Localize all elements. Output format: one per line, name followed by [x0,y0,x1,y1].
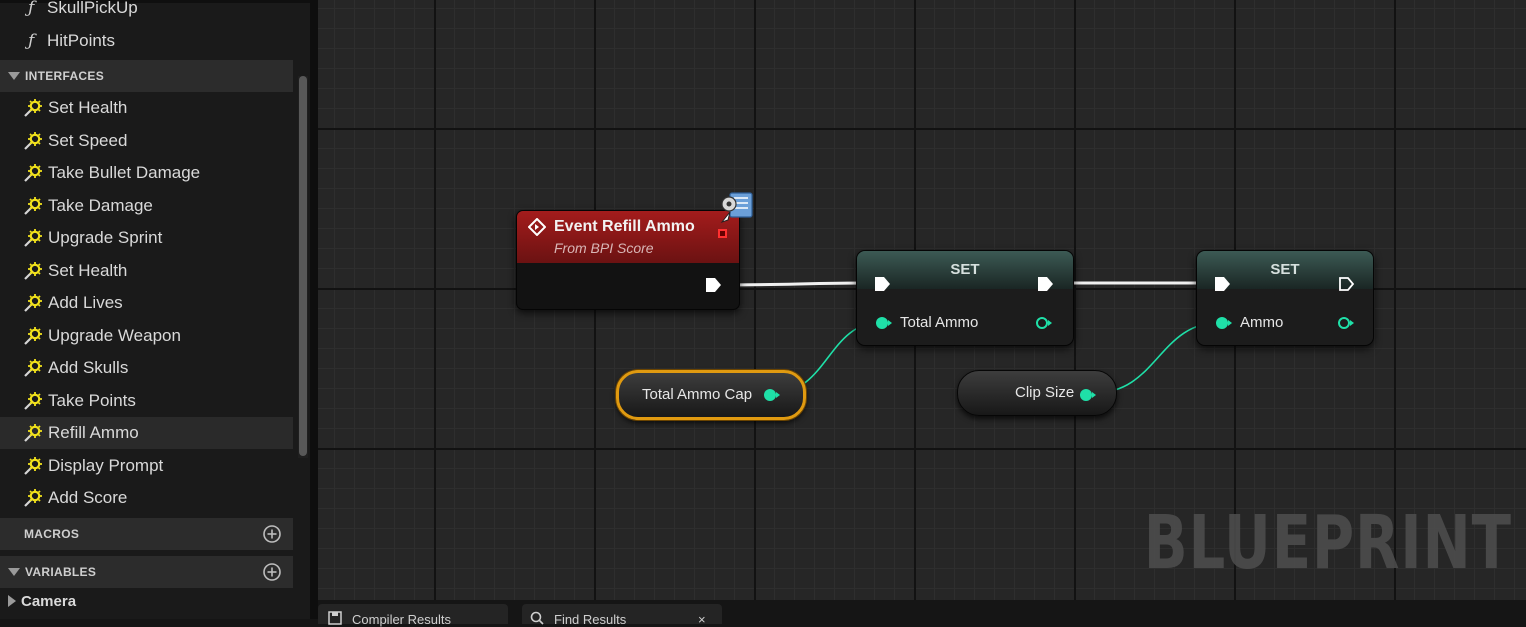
interface-function-icon [24,326,42,345]
function-icon: ƒ [28,31,35,51]
function-item-skullpickup[interactable]: ƒ SkullPickUp [0,0,293,24]
blueprint-watermark: BLUEPRINT [1144,500,1512,586]
tab-label: Find Results [554,612,627,627]
bottom-tab-bar: Compiler Results Find Results × [318,600,1526,627]
close-tab-icon[interactable]: × [698,612,706,627]
interface-item-upgrade-weapon[interactable]: Upgrade Weapon [0,320,293,352]
int-out-pin[interactable] [1337,315,1355,331]
interface-function-icon [24,359,42,377]
section-variables[interactable]: VARIABLES [0,556,293,588]
function-label: SkullPickUp [47,0,138,17]
section-label: INTERFACES [25,69,105,83]
interface-function-icon [24,261,42,280]
interface-label: Upgrade Weapon [48,325,181,345]
interface-function-icon [24,489,42,507]
interface-item-take-damage[interactable]: Take Damage [0,190,293,222]
interface-label: Upgrade Sprint [48,228,163,247]
interface-function-icon [24,391,42,410]
section-label: VARIABLES [25,565,97,579]
interface-label: Set Health [48,260,128,280]
variable-node-label: Total Ammo Cap [642,386,753,403]
my-blueprint-panel: ƒ SkullPickUp ƒ HitPoints INTERFACES Set… [0,0,318,619]
section-label: MACROS [24,527,80,541]
interface-function-icon [24,456,42,475]
exec-out-pin[interactable] [1037,276,1055,292]
interface-label: Take Bullet Damage [48,163,201,182]
panel-divider[interactable] [310,0,318,619]
interface-label: Add Lives [48,293,123,312]
pin-label-total-ammo: Total Ammo [900,314,979,331]
interface-label: Add Score [48,488,128,507]
int-in-pin[interactable] [875,315,893,331]
exec-out-pin[interactable] [705,277,723,293]
tab-find-results[interactable]: Find Results × [522,604,722,627]
int-out-pin[interactable] [1035,315,1053,331]
interface-item-add-skulls[interactable]: Add Skulls [0,352,293,384]
interface-label: Set Speed [48,130,128,150]
exec-wire [719,281,875,287]
interface-function-icon [24,196,42,215]
variable-category-camera[interactable]: Camera [0,586,293,616]
get-clip-size-node[interactable]: Clip Size [957,370,1117,416]
pin-label-ammo: Ammo [1240,314,1284,331]
function-label: HitPoints [47,31,116,50]
function-item-hitpoints[interactable]: ƒ HitPoints [0,25,293,57]
tab-label: Compiler Results [352,612,451,627]
add-variable-icon[interactable] [262,562,282,582]
interface-function-icon [24,424,42,442]
exec-out-pin-unconnected[interactable] [1338,276,1356,292]
expand-arrow-icon [8,72,20,80]
interface-item-upgrade-sprint[interactable]: Upgrade Sprint [0,222,293,254]
event-graph-canvas[interactable]: Event Refill Ammo From BPI Score SET Tot… [318,0,1526,600]
event-refill-ammo-node[interactable]: Event Refill Ammo From BPI Score [516,210,740,310]
interface-label: Set Health [48,98,128,117]
int-out-pin[interactable] [763,387,781,403]
event-node-subtitle: From BPI Score [554,240,654,256]
interface-function-icon [24,294,42,312]
event-diamond-icon [528,218,546,236]
interface-function-icon [24,131,42,150]
interface-item-set-speed[interactable]: Set Speed [0,125,293,157]
exec-in-pin[interactable] [1214,276,1232,292]
search-icon [530,611,544,625]
int-in-pin[interactable] [1215,315,1233,331]
function-icon: ƒ [28,0,35,18]
section-interfaces[interactable]: INTERFACES [0,60,293,92]
interface-item-take-points[interactable]: Take Points [0,385,293,417]
variable-category-label: Camera [21,592,77,610]
expand-arrow-icon [8,568,20,576]
interface-item-add-score[interactable]: Add Score [0,482,293,514]
section-macros[interactable]: MACROS [0,518,293,550]
compiler-icon [328,611,342,625]
scrollbar-thumb[interactable] [299,76,307,456]
interface-item-set-health[interactable]: Set Health [0,255,293,287]
interface-item-display-prompt[interactable]: Display Prompt [0,450,293,482]
set-total-ammo-node[interactable]: SET Total Ammo [856,250,1074,346]
interface-item-take-bullet-damage[interactable]: Take Bullet Damage [0,157,293,189]
tab-compiler-results[interactable]: Compiler Results [318,604,508,627]
interface-function-icon [24,229,42,247]
collapsed-arrow-icon [8,595,16,607]
interface-item-refill-ammo[interactable]: Refill Ammo [0,417,293,449]
interface-function-icon [24,164,42,182]
interface-implementation-icon [720,192,753,224]
interface-label: Take Damage [48,195,153,215]
add-macro-icon[interactable] [262,524,282,544]
exec-in-pin[interactable] [874,276,892,292]
variable-node-label: Clip Size [1015,384,1075,401]
interface-label: Take Points [48,390,136,410]
int-out-pin[interactable] [1079,387,1097,403]
interface-item-add-lives[interactable]: Add Lives [0,287,293,319]
get-total-ammo-cap-node[interactable]: Total Ammo Cap [616,370,806,420]
interface-item-set-health[interactable]: Set Health [0,92,293,124]
interface-label: Display Prompt [48,455,164,475]
interface-function-icon [24,99,42,117]
interface-label: Add Skulls [48,358,129,377]
interface-label: Refill Ammo [48,423,139,442]
event-node-title: Event Refill Ammo [554,218,695,235]
delegate-pin[interactable] [718,229,727,238]
set-ammo-node[interactable]: SET Ammo [1196,250,1374,346]
